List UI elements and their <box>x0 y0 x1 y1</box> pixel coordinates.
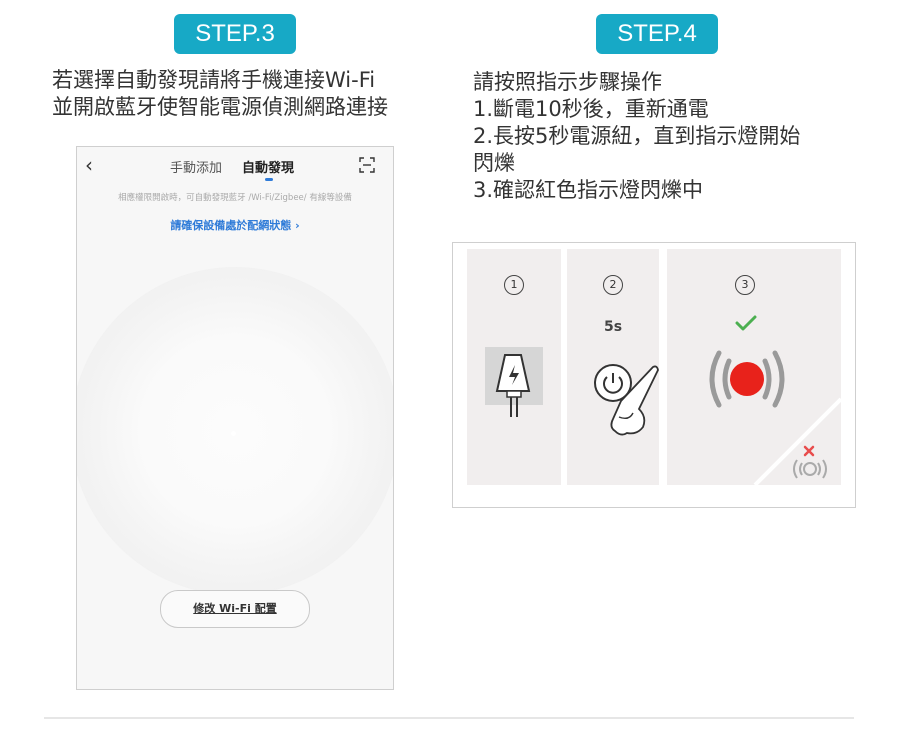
step-number-2: 2 <box>603 275 623 295</box>
active-tab-indicator <box>265 178 273 181</box>
phone-screenshot: ‹ 手動添加 自動發現 相應權限開啟時，可自動發現藍牙 /Wi-Fi/Zigbe… <box>76 146 394 690</box>
hold-duration-label: 5s <box>603 319 623 335</box>
panel-step-1: 1 <box>467 249 561 485</box>
light-off-icon <box>793 459 827 479</box>
press-power-button-icon <box>594 364 659 436</box>
step3-badge: STEP.3 <box>174 14 296 54</box>
tab-manual-add[interactable]: 手動添加 <box>170 157 222 176</box>
confirm-pairing-link[interactable]: 請確保設備處於配網狀態 › <box>77 217 393 233</box>
step4-badge: STEP.4 <box>596 14 718 54</box>
step4-line-4: 閃爍 <box>473 151 515 175</box>
step3-line-2: 並開啟藍牙使智能電源偵測網路連接 <box>52 95 388 119</box>
step4-line-5: 3.確認紅色指示燈閃爍中 <box>473 178 704 202</box>
tab-auto-discover[interactable]: 自動發現 <box>242 157 294 176</box>
bottom-divider <box>44 717 854 719</box>
step4-line-2: 1.斷電10秒後，重新通電 <box>473 97 709 121</box>
unplug-power-icon <box>485 347 543 417</box>
panel-step-3: 3 <box>667 249 841 485</box>
wrong-mark-icon <box>803 445 815 457</box>
step4-line-1: 請按照指示步驟操作 <box>473 70 662 94</box>
modify-wifi-button[interactable]: 修改 Wi-Fi 配置 <box>160 590 310 628</box>
panel-step-2: 2 5s <box>567 249 659 485</box>
scan-icon[interactable] <box>359 157 375 173</box>
step4-description: 請按照指示步驟操作 1.斷電10秒後，重新通電 2.長按5秒電源紐，直到指示燈開… <box>473 69 800 204</box>
step4-line-3: 2.長按5秒電源紐，直到指示燈開始 <box>473 124 801 148</box>
permission-hint-text: 相應權限開啟時，可自動發現藍牙 /Wi-Fi/Zigbee/ 有線等設備 <box>118 193 352 203</box>
scan-center-dot <box>231 431 236 436</box>
indicator-illustration: 1 2 5s 3 <box>452 242 856 508</box>
step3-description: 若選擇自動發現請將手機連接Wi-Fi 並開啟藍牙使智能電源偵測網路連接 <box>52 67 388 121</box>
step-number-1: 1 <box>504 275 524 295</box>
step3-line-1: 若選擇自動發現請將手機連接Wi-Fi <box>52 68 376 92</box>
back-arrow-icon[interactable]: ‹ <box>85 153 93 177</box>
